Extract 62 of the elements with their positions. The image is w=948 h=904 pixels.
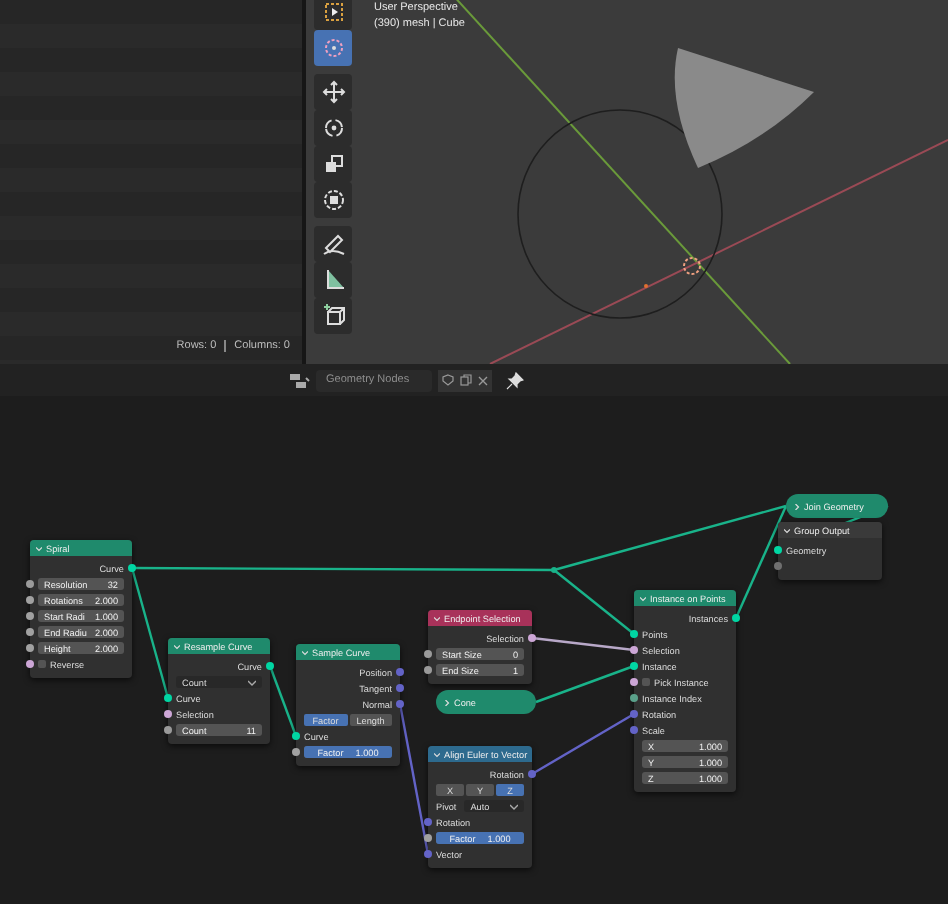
tool-button[interactable] — [314, 298, 352, 334]
socket[interactable] — [164, 726, 172, 734]
socket[interactable] — [26, 660, 34, 668]
reroute-dot[interactable] — [551, 567, 557, 573]
collapse-icon[interactable] — [434, 751, 440, 757]
node-editor-icon — [290, 371, 310, 389]
socket[interactable] — [26, 580, 34, 588]
socket[interactable] — [26, 644, 34, 652]
socket[interactable] — [630, 678, 638, 686]
socket[interactable] — [26, 628, 34, 636]
unlink-button[interactable] — [474, 369, 492, 391]
checkbox[interactable] — [642, 678, 650, 686]
socket[interactable] — [528, 634, 536, 642]
socket[interactable] — [774, 546, 782, 554]
shield-icon — [441, 374, 453, 386]
transform-icon — [323, 190, 343, 210]
select-circle-icon — [324, 39, 342, 57]
socket[interactable] — [732, 614, 740, 622]
socket[interactable] — [630, 646, 638, 654]
checkbox[interactable] — [38, 660, 46, 668]
copy-icon — [459, 374, 471, 386]
fake-user-button[interactable] — [438, 369, 456, 391]
socket[interactable] — [164, 710, 172, 718]
rotate-icon — [324, 119, 342, 137]
node-link — [535, 664, 635, 704]
select-box-icon — [324, 3, 342, 21]
origin-icon — [683, 257, 701, 275]
measure-icon — [326, 269, 344, 289]
socket[interactable] — [266, 662, 274, 670]
socket[interactable] — [424, 834, 432, 842]
socket[interactable] — [26, 596, 34, 604]
pin-icon[interactable] — [506, 371, 524, 389]
add-cube-icon — [322, 304, 344, 325]
editor-type-button[interactable] — [290, 368, 310, 392]
node-link — [268, 665, 298, 737]
caret-icon — [248, 679, 256, 685]
scale-icon — [325, 155, 342, 172]
socket[interactable] — [164, 694, 172, 702]
cone-mesh — [674, 48, 814, 168]
socket[interactable] — [424, 666, 432, 674]
socket[interactable] — [128, 564, 136, 572]
collapse-icon[interactable] — [784, 527, 790, 533]
socket[interactable] — [424, 650, 432, 658]
caret-icon — [510, 803, 518, 809]
move-icon — [321, 80, 345, 104]
annotate-icon — [322, 235, 344, 255]
socket[interactable] — [630, 630, 638, 638]
close-icon — [478, 375, 488, 385]
socket[interactable] — [26, 612, 34, 620]
socket[interactable] — [630, 662, 638, 670]
expand-icon[interactable] — [794, 503, 800, 509]
socket[interactable] — [630, 694, 638, 702]
node-link — [531, 712, 635, 776]
tool-button[interactable] — [314, 74, 352, 110]
socket[interactable] — [292, 748, 300, 756]
expand-icon[interactable] — [444, 699, 450, 705]
collapse-icon[interactable] — [434, 615, 440, 621]
tool-button[interactable] — [314, 182, 352, 218]
tool-button[interactable] — [314, 0, 352, 30]
tool-button[interactable] — [314, 226, 352, 262]
duplicate-button[interactable] — [456, 369, 474, 391]
socket[interactable] — [292, 732, 300, 740]
